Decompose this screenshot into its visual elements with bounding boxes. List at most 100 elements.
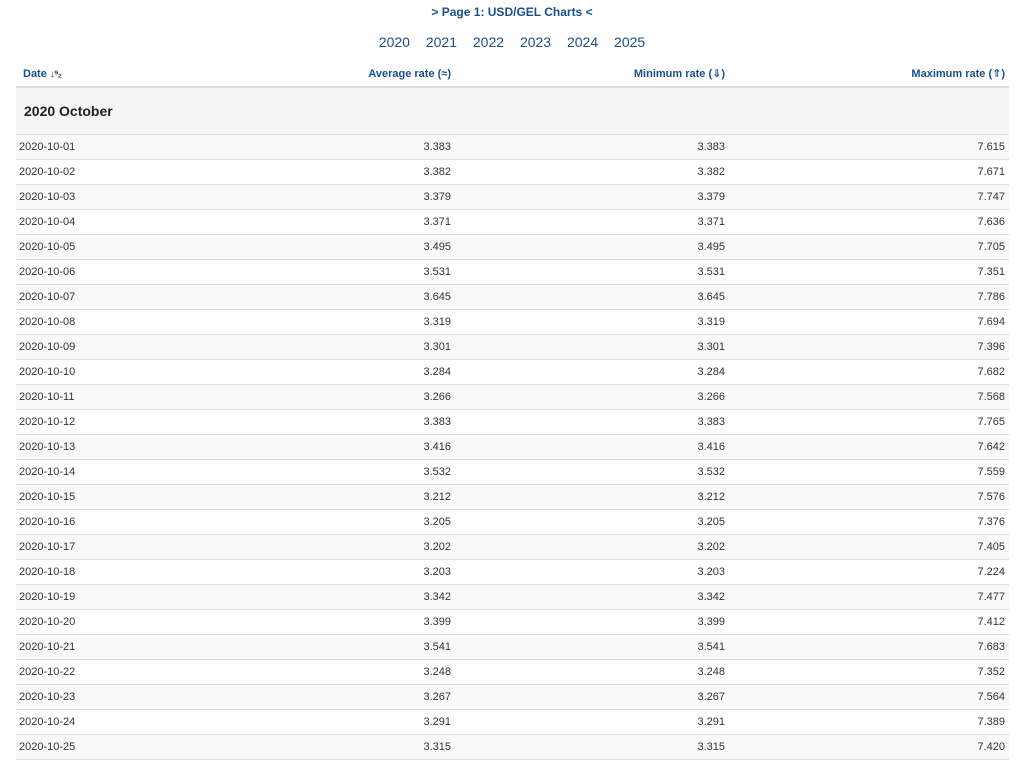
date-column-header[interactable]: Date ↓⁹₂ bbox=[16, 61, 176, 88]
row-minimum-rate: 3.284 bbox=[455, 359, 729, 385]
row-maximum-rate: 7.683 bbox=[729, 634, 1009, 660]
row-minimum-rate: 3.248 bbox=[455, 659, 729, 685]
row-minimum-rate: 3.266 bbox=[455, 384, 729, 410]
table-row: 2020-10-01 3.383 3.383 7.615 bbox=[16, 134, 1009, 160]
row-minimum-rate: 3.342 bbox=[455, 584, 729, 610]
row-average-rate: 3.541 bbox=[176, 634, 455, 660]
row-maximum-rate: 7.224 bbox=[729, 559, 1009, 585]
row-minimum-rate: 3.371 bbox=[455, 209, 729, 235]
table-row: 2020-10-12 3.383 3.383 7.765 bbox=[16, 409, 1009, 435]
row-average-rate: 3.383 bbox=[176, 134, 455, 160]
year-link-2022[interactable]: 2022 bbox=[473, 34, 504, 50]
row-minimum-rate: 3.382 bbox=[455, 159, 729, 185]
minimum-rate-column-header[interactable]: Minimum rate (⇓) bbox=[455, 61, 729, 88]
row-minimum-rate: 3.301 bbox=[455, 334, 729, 360]
row-minimum-rate: 3.531 bbox=[455, 259, 729, 285]
row-average-rate: 3.284 bbox=[176, 359, 455, 385]
row-minimum-rate: 3.205 bbox=[455, 509, 729, 535]
row-average-rate: 3.291 bbox=[176, 709, 455, 735]
row-minimum-rate: 3.383 bbox=[455, 409, 729, 435]
row-maximum-rate: 7.559 bbox=[729, 459, 1009, 485]
table-row: 2020-10-05 3.495 3.495 7.705 bbox=[16, 234, 1009, 260]
row-maximum-rate: 7.671 bbox=[729, 159, 1009, 185]
row-date: 2020-10-05 bbox=[16, 234, 176, 260]
year-link-2023[interactable]: 2023 bbox=[520, 34, 551, 50]
row-maximum-rate: 7.376 bbox=[729, 509, 1009, 535]
row-minimum-rate: 3.203 bbox=[455, 559, 729, 585]
table-row: 2020-10-14 3.532 3.532 7.559 bbox=[16, 459, 1009, 485]
table-row: 2020-10-11 3.266 3.266 7.568 bbox=[16, 384, 1009, 410]
maximum-rate-column-header[interactable]: Maximum rate (⇑) bbox=[729, 61, 1009, 88]
sort-ascending-icon[interactable]: ↓⁹₂ bbox=[50, 69, 62, 80]
row-date: 2020-10-23 bbox=[16, 684, 176, 710]
row-maximum-rate: 7.412 bbox=[729, 609, 1009, 635]
table-row: 2020-10-04 3.371 3.371 7.636 bbox=[16, 209, 1009, 235]
table-row: 2020-10-07 3.645 3.645 7.786 bbox=[16, 284, 1009, 310]
row-maximum-rate: 7.564 bbox=[729, 684, 1009, 710]
row-date: 2020-10-09 bbox=[16, 334, 176, 360]
row-average-rate: 3.531 bbox=[176, 259, 455, 285]
row-average-rate: 3.342 bbox=[176, 584, 455, 610]
date-header-label: Date bbox=[23, 67, 47, 80]
row-minimum-rate: 3.315 bbox=[455, 734, 729, 760]
row-maximum-rate: 7.477 bbox=[729, 584, 1009, 610]
year-link-2020[interactable]: 2020 bbox=[379, 34, 410, 50]
row-date: 2020-10-02 bbox=[16, 159, 176, 185]
row-average-rate: 3.212 bbox=[176, 484, 455, 510]
row-maximum-rate: 7.642 bbox=[729, 434, 1009, 460]
row-date: 2020-10-16 bbox=[16, 509, 176, 535]
row-minimum-rate: 3.541 bbox=[455, 634, 729, 660]
row-date: 2020-10-17 bbox=[16, 534, 176, 560]
row-average-rate: 3.202 bbox=[176, 534, 455, 560]
row-maximum-rate: 7.405 bbox=[729, 534, 1009, 560]
year-navigation: 2020 2021 2022 2023 2024 2025 bbox=[0, 34, 1024, 56]
row-maximum-rate: 7.747 bbox=[729, 184, 1009, 210]
row-date: 2020-10-06 bbox=[16, 259, 176, 285]
row-average-rate: 3.319 bbox=[176, 309, 455, 335]
row-average-rate: 3.416 bbox=[176, 434, 455, 460]
year-link-2025[interactable]: 2025 bbox=[614, 34, 645, 50]
year-link-2024[interactable]: 2024 bbox=[567, 34, 598, 50]
table-row: 2020-10-17 3.202 3.202 7.405 bbox=[16, 534, 1009, 560]
table-row: 2020-10-22 3.248 3.248 7.352 bbox=[16, 659, 1009, 685]
row-date: 2020-10-15 bbox=[16, 484, 176, 510]
row-maximum-rate: 7.694 bbox=[729, 309, 1009, 335]
table-row: 2020-10-03 3.379 3.379 7.747 bbox=[16, 184, 1009, 210]
table-row: 2020-10-18 3.203 3.203 7.224 bbox=[16, 559, 1009, 585]
row-date: 2020-10-24 bbox=[16, 709, 176, 735]
row-date: 2020-10-22 bbox=[16, 659, 176, 685]
row-maximum-rate: 7.765 bbox=[729, 409, 1009, 435]
row-maximum-rate: 7.636 bbox=[729, 209, 1009, 235]
row-minimum-rate: 3.416 bbox=[455, 434, 729, 460]
year-link-2021[interactable]: 2021 bbox=[426, 34, 457, 50]
table-body: 2020 October 2020-10-01 3.383 3.383 7.615 20… bbox=[16, 87, 1009, 760]
table-row: 2020-10-06 3.531 3.531 7.351 bbox=[16, 259, 1009, 285]
row-average-rate: 3.383 bbox=[176, 409, 455, 435]
row-date: 2020-10-12 bbox=[16, 409, 176, 435]
row-average-rate: 3.315 bbox=[176, 734, 455, 760]
row-date: 2020-10-14 bbox=[16, 459, 176, 485]
table-row: 2020-10-23 3.267 3.267 7.564 bbox=[16, 684, 1009, 710]
month-group-row: 2020 October bbox=[16, 87, 1009, 135]
table-row: 2020-10-08 3.319 3.319 7.694 bbox=[16, 309, 1009, 335]
row-maximum-rate: 7.682 bbox=[729, 359, 1009, 385]
row-average-rate: 3.645 bbox=[176, 284, 455, 310]
row-average-rate: 3.532 bbox=[176, 459, 455, 485]
row-maximum-rate: 7.420 bbox=[729, 734, 1009, 760]
row-minimum-rate: 3.319 bbox=[455, 309, 729, 335]
table-row: 2020-10-02 3.382 3.382 7.671 bbox=[16, 159, 1009, 185]
month-title: 2020 October bbox=[16, 87, 1009, 135]
row-maximum-rate: 7.389 bbox=[729, 709, 1009, 735]
row-maximum-rate: 7.615 bbox=[729, 134, 1009, 160]
row-average-rate: 3.301 bbox=[176, 334, 455, 360]
row-maximum-rate: 7.352 bbox=[729, 659, 1009, 685]
row-average-rate: 3.266 bbox=[176, 384, 455, 410]
table-row: 2020-10-25 3.315 3.315 7.420 bbox=[16, 734, 1009, 760]
row-date: 2020-10-18 bbox=[16, 559, 176, 585]
row-minimum-rate: 3.399 bbox=[455, 609, 729, 635]
row-date: 2020-10-01 bbox=[16, 134, 176, 160]
average-rate-column-header[interactable]: Average rate (≈) bbox=[176, 61, 455, 88]
charts-page-link[interactable]: > Page 1: USD/GEL Charts < bbox=[431, 5, 592, 19]
page-link-container: > Page 1: USD/GEL Charts < bbox=[0, 0, 1024, 21]
row-minimum-rate: 3.267 bbox=[455, 684, 729, 710]
